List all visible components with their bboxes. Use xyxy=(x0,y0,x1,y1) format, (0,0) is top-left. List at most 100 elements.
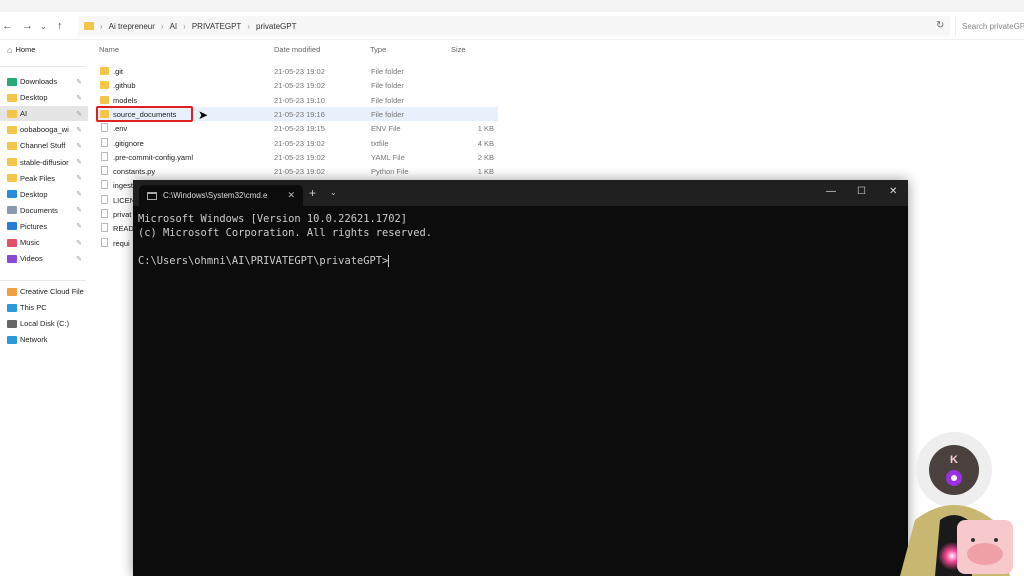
back-icon[interactable]: ← xyxy=(2,20,13,32)
folder-icon xyxy=(7,238,17,247)
sidebar-item-label: Documents xyxy=(20,205,58,215)
pin-icon[interactable]: ✎ xyxy=(76,94,82,102)
forward-icon[interactable]: → xyxy=(22,20,33,32)
file-row[interactable]: models 21-05-23 19:10 File folder xyxy=(96,93,498,107)
sidebar-item-label: Peak Files xyxy=(20,173,56,183)
breadcrumb-item[interactable]: AI xyxy=(170,22,178,31)
text-caret xyxy=(388,255,390,267)
sidebar-item[interactable]: Local Disk (C:) xyxy=(0,316,88,331)
up-icon[interactable]: ↑ xyxy=(57,20,63,32)
breadcrumb-item[interactable]: Ai trepreneur xyxy=(109,22,155,31)
minimize-icon[interactable]: — xyxy=(826,186,836,197)
file-name: .pre-commit-config.yaml xyxy=(113,152,194,162)
file-row[interactable]: .env 21-05-23 19:15 ENV File 1 KB xyxy=(96,121,498,135)
avatar-letter: K xyxy=(950,454,958,466)
column-header-size[interactable]: Size xyxy=(451,45,466,54)
sidebar-item-label: Downloads xyxy=(20,77,58,86)
pin-icon[interactable]: ✎ xyxy=(76,142,82,150)
file-name: .gitignore xyxy=(113,138,144,148)
refresh-icon[interactable]: ↻ xyxy=(936,20,944,31)
file-row[interactable]: .gitignore 21-05-23 19:02 txtfile 4 KB xyxy=(96,136,498,150)
new-tab-icon[interactable]: + xyxy=(309,186,316,200)
sidebar: ⌂ Home Downloads ✎ Desktop ✎ AI ✎ oobabooga_wi ✎… xyxy=(0,40,90,576)
breadcrumb-separator: › xyxy=(183,21,186,31)
sidebar-item[interactable]: oobabooga_wi ✎ xyxy=(0,122,88,137)
sidebar-item[interactable]: Downloads ✎ xyxy=(0,74,88,89)
file-type: ENV File xyxy=(371,124,401,134)
title-strip xyxy=(0,0,1024,12)
sidebar-item[interactable]: Channel Stuff ✎ xyxy=(0,138,88,153)
folder-icon xyxy=(7,303,17,312)
file-name: constants.py xyxy=(113,167,156,177)
sidebar-item[interactable]: stable-diffusior ✎ xyxy=(0,155,88,170)
terminal-tab[interactable]: C:\Windows\System32\cmd.e ✕ xyxy=(139,185,303,206)
recent-chevron-icon[interactable]: ⌄ xyxy=(40,22,47,31)
sidebar-item[interactable]: This PC xyxy=(0,300,88,315)
pin-icon[interactable]: ✎ xyxy=(76,158,82,166)
file-date: 21-05-23 19:02 xyxy=(274,67,325,76)
maximize-icon[interactable]: ☐ xyxy=(857,186,866,197)
terminal-output[interactable]: Microsoft Windows [Version 10.0.22621.17… xyxy=(138,212,432,268)
breadcrumb-item[interactable]: privateGPT xyxy=(256,22,296,31)
pin-icon[interactable]: ✎ xyxy=(76,255,82,263)
terminal-window[interactable]: C:\Windows\System32\cmd.e ✕ + ⌄ — ☐ ✕ Mic… xyxy=(133,180,908,576)
pin-icon[interactable]: ✎ xyxy=(76,190,82,198)
sidebar-item-home[interactable]: ⌂ Home xyxy=(0,42,88,57)
sidebar-item[interactable]: Creative Cloud File xyxy=(0,284,88,299)
file-date: 21-05-23 19:02 xyxy=(274,167,325,177)
file-name: ingest xyxy=(113,181,134,191)
file-type: File folder xyxy=(371,109,404,119)
sidebar-item[interactable]: AI ✎ xyxy=(0,106,88,122)
sidebar-item-label: Creative Cloud File xyxy=(20,287,84,296)
file-icon xyxy=(101,223,108,233)
file-name: models xyxy=(113,95,138,105)
sidebar-item[interactable]: Desktop ✎ xyxy=(0,187,88,202)
pin-icon[interactable]: ✎ xyxy=(76,78,82,86)
column-header-type[interactable]: Type xyxy=(370,45,386,54)
file-date: 21-05-23 19:15 xyxy=(274,124,325,134)
dropdown-chevron-icon[interactable]: ⌄ xyxy=(330,188,337,197)
sidebar-item-label: Local Disk (C:) xyxy=(20,319,70,328)
folder-icon xyxy=(7,174,17,183)
breadcrumb-separator: › xyxy=(247,21,250,31)
streamer-avatar: K xyxy=(900,432,1013,576)
address-bar[interactable]: › Ai trepreneur › AI › PRIVATEGPT › privateGPT xyxy=(78,16,950,36)
close-icon[interactable]: ✕ xyxy=(889,186,897,197)
sidebar-item[interactable]: Desktop ✎ xyxy=(0,90,88,105)
sidebar-item[interactable]: Music ✎ xyxy=(0,235,88,250)
folder-icon xyxy=(7,158,17,166)
sidebar-item[interactable]: Peak Files ✎ xyxy=(0,171,88,186)
search-input[interactable]: Search privateGPT xyxy=(955,16,1024,36)
breadcrumb-separator: › xyxy=(100,21,103,31)
column-header-date[interactable]: Date modified xyxy=(274,45,320,54)
column-header-name[interactable]: Name xyxy=(99,45,119,54)
terminal-titlebar[interactable]: C:\Windows\System32\cmd.e ✕ + ⌄ — ☐ ✕ xyxy=(133,180,908,206)
pin-icon[interactable]: ✎ xyxy=(76,206,82,214)
sidebar-item-label: Network xyxy=(20,335,48,344)
divider xyxy=(0,280,86,281)
breadcrumb-item[interactable]: PRIVATEGPT xyxy=(192,22,242,31)
terminal-line: (c) Microsoft Corporation. All rights re… xyxy=(138,227,433,239)
file-row[interactable]: .github 21-05-23 19:02 File folder xyxy=(96,78,498,92)
file-row[interactable]: .pre-commit-config.yaml 21-05-23 19:02 YAM… xyxy=(96,150,498,164)
file-type: File folder xyxy=(371,95,404,105)
sidebar-item[interactable]: Network xyxy=(0,332,88,347)
pin-icon[interactable]: ✎ xyxy=(76,126,82,134)
file-name: READ xyxy=(113,224,134,234)
file-row[interactable]: .git 21-05-23 19:02 File folder xyxy=(96,64,498,78)
pin-icon[interactable]: ✎ xyxy=(76,222,82,230)
pin-icon[interactable]: ✎ xyxy=(76,239,82,247)
folder-icon xyxy=(7,287,17,296)
pin-icon[interactable]: ✎ xyxy=(76,110,82,118)
sidebar-item[interactable]: Pictures ✎ xyxy=(0,219,88,234)
sidebar-item[interactable]: Documents ✎ xyxy=(0,203,88,218)
sidebar-item[interactable]: Videos ✎ xyxy=(0,251,88,266)
file-row[interactable]: constants.py 21-05-23 19:02 Python File 1 K… xyxy=(96,164,498,178)
file-date: 21-05-23 19:02 xyxy=(274,81,325,91)
pin-icon[interactable]: ✎ xyxy=(76,174,82,182)
file-icon xyxy=(101,180,108,190)
file-name: .env xyxy=(113,124,128,134)
close-tab-icon[interactable]: ✕ xyxy=(287,190,295,201)
file-name: requi xyxy=(113,238,130,248)
folder-icon xyxy=(100,67,109,75)
